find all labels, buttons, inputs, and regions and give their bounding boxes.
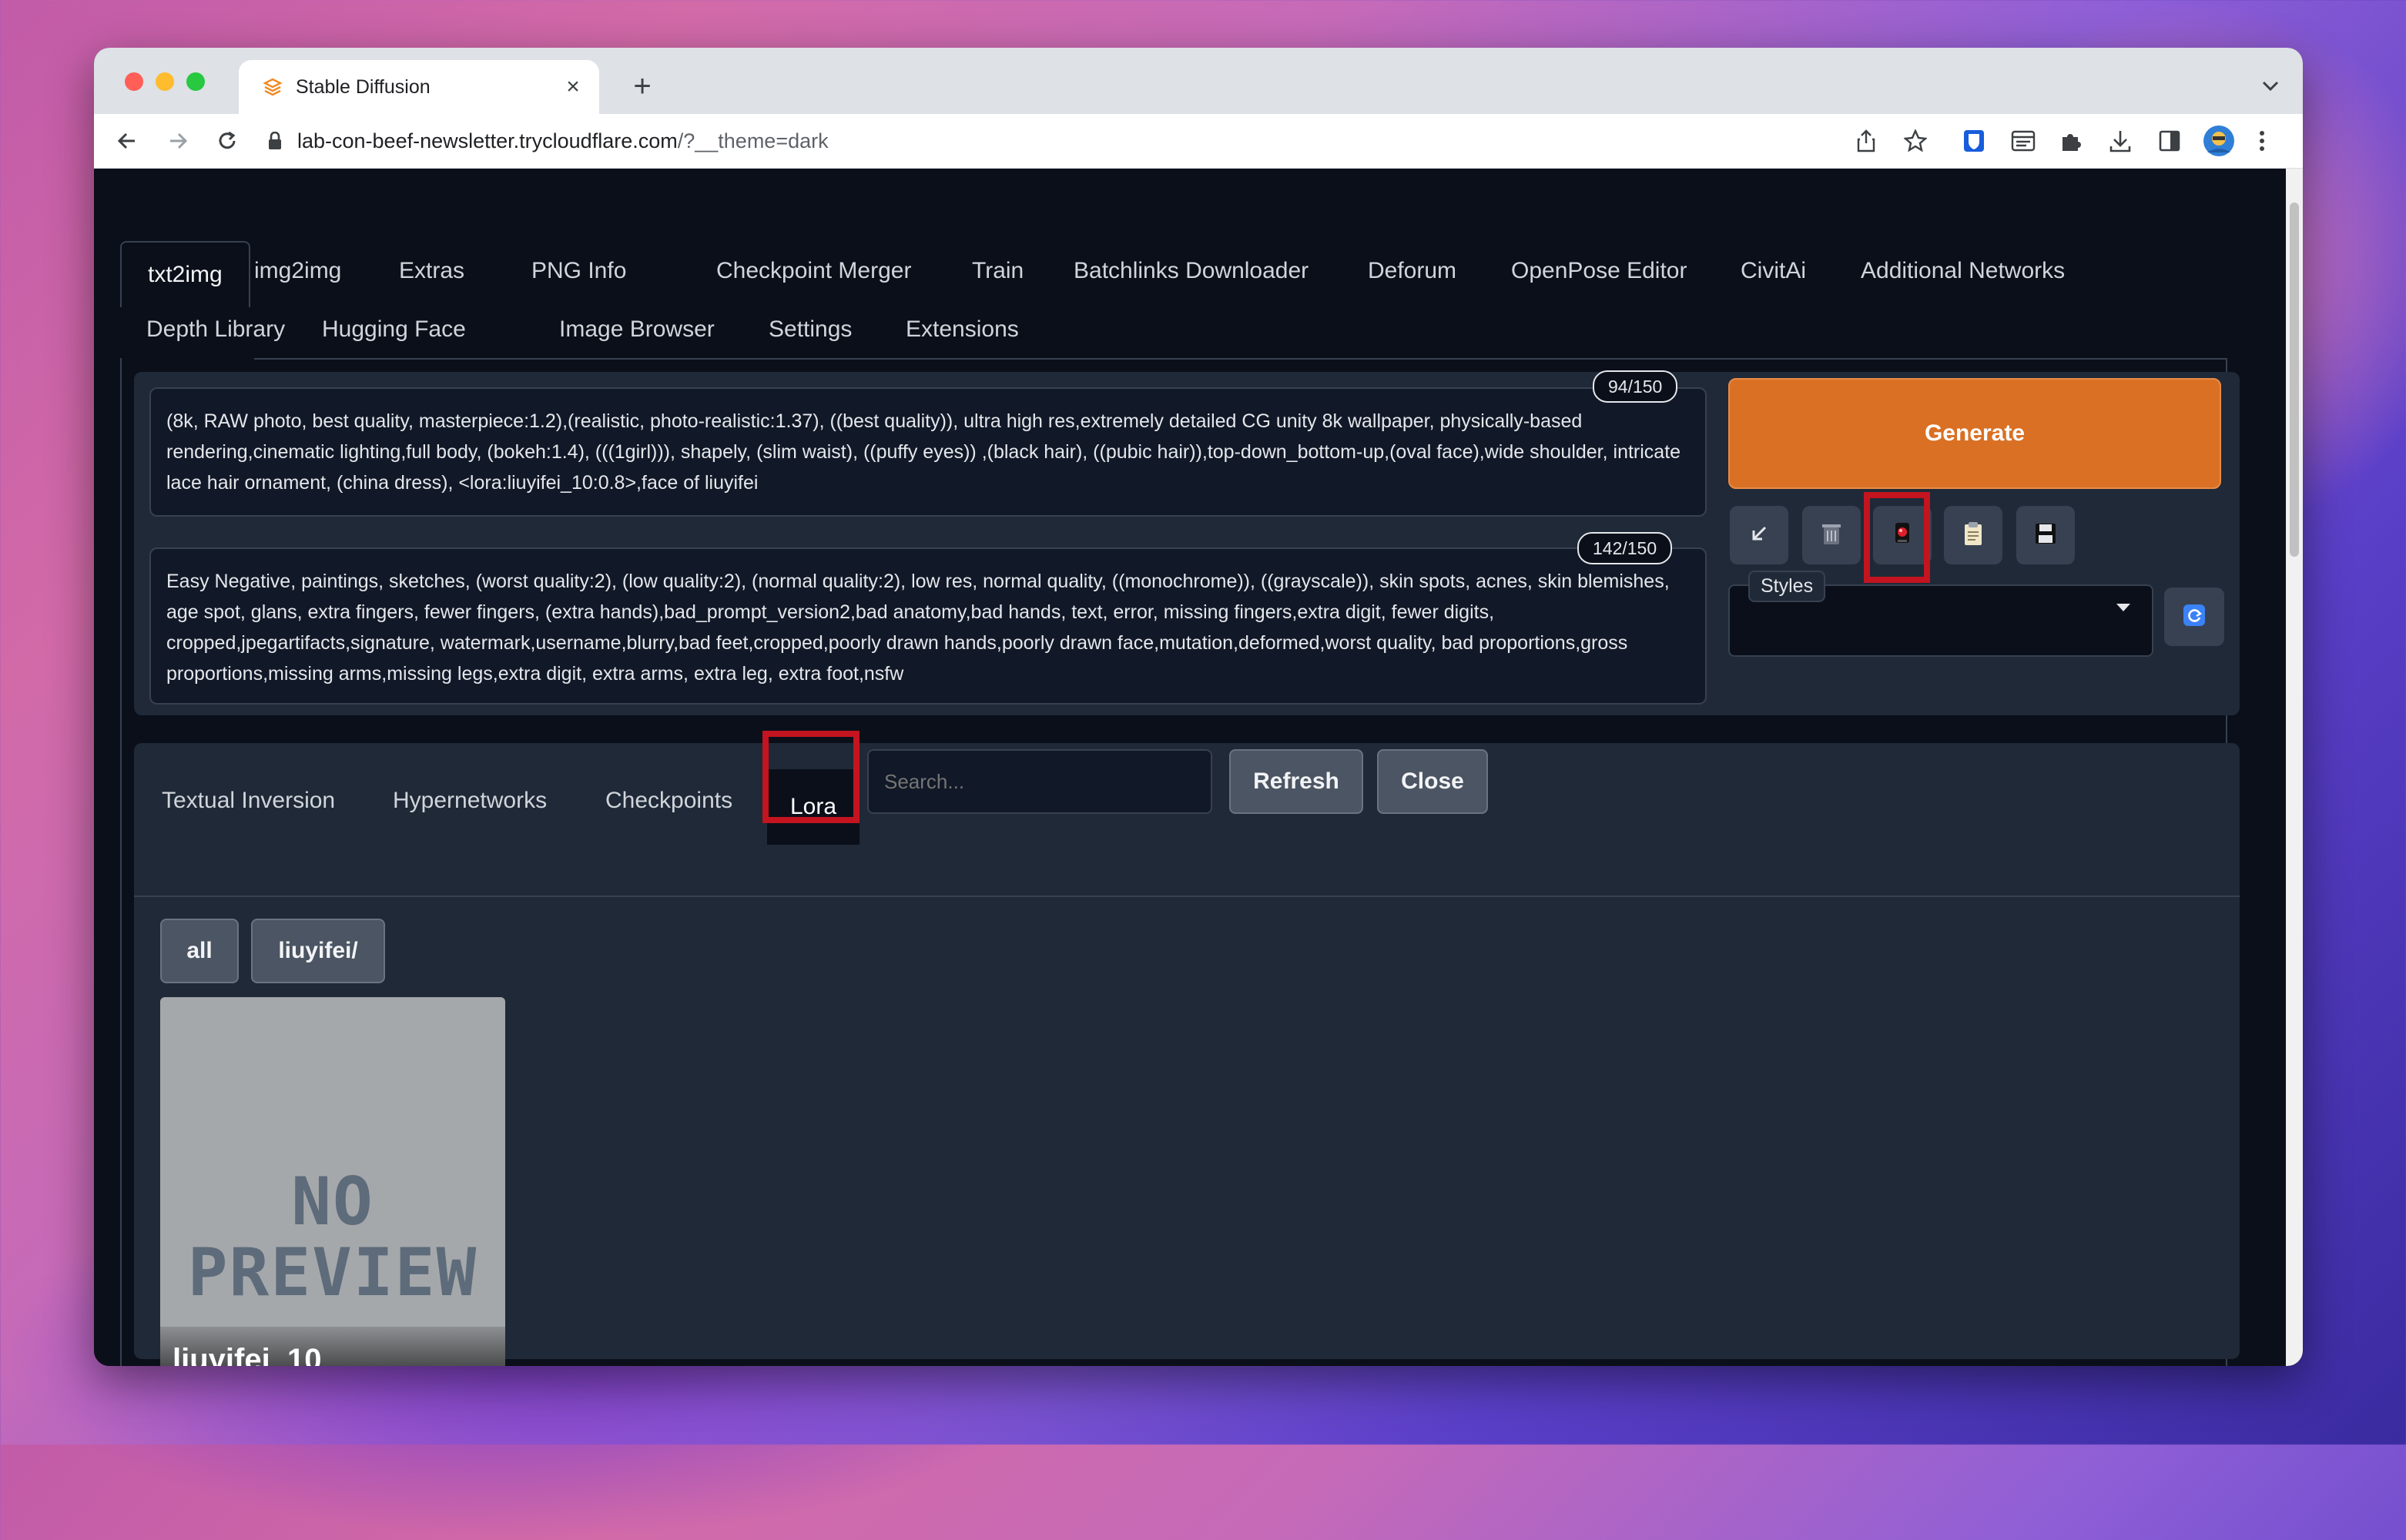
tab-png-info[interactable]: PNG Info (505, 246, 652, 296)
extra-networks-divider (134, 896, 2240, 897)
floppy-disk-icon (2034, 522, 2057, 549)
close-tab-icon[interactable]: × (558, 72, 588, 102)
extensions-puzzle-icon[interactable] (2055, 125, 2087, 157)
tab-img2img[interactable]: img2img (228, 246, 367, 296)
caret-down-icon (2116, 604, 2130, 611)
negative-token-counter: 142/150 (1577, 532, 1673, 564)
negative-prompt-textarea[interactable]: Easy Negative, paintings, sketches, (wor… (149, 547, 1707, 705)
filter-liuyifei-button[interactable]: liuyifei/ (251, 919, 385, 983)
positive-token-counter: 94/150 (1593, 370, 1678, 403)
download-icon[interactable] (2104, 125, 2136, 157)
zoom-window-button[interactable] (186, 72, 205, 91)
reload-icon[interactable] (209, 123, 245, 159)
tab-checkpoints[interactable]: Checkpoints (605, 765, 732, 837)
apply-style-button[interactable] (1944, 506, 2002, 564)
tab-openpose-editor[interactable]: OpenPose Editor (1485, 246, 1713, 296)
highlight-extra-networks-button (1864, 492, 1930, 583)
tab-strip: Stable Diffusion × + (94, 48, 2303, 114)
no-preview-placeholder: NO PREVIEW (187, 1163, 478, 1311)
tab-textual-inversion[interactable]: Textual Inversion (162, 765, 335, 837)
window-controls (125, 72, 205, 91)
tab-depth-library[interactable]: Depth Library (120, 304, 311, 355)
tab-settings[interactable]: Settings (742, 304, 878, 355)
search-input[interactable] (867, 749, 1212, 814)
share-icon[interactable] (1850, 125, 1882, 157)
tab-divider (254, 358, 2227, 360)
bitwarden-extension-icon[interactable] (1958, 125, 1990, 157)
tab-hugging-face[interactable]: Hugging Face (296, 304, 492, 355)
tab-batchlinks-downloader[interactable]: Batchlinks Downloader (1047, 246, 1335, 296)
refresh-styles-button[interactable] (2164, 588, 2224, 646)
refresh-icon (2181, 602, 2207, 632)
arrow-down-left-icon (1748, 523, 1770, 548)
minimize-window-button[interactable] (156, 72, 174, 91)
browser-window: Stable Diffusion × + lab-con-beef-newsle… (94, 48, 2303, 1366)
generate-button[interactable]: Generate (1728, 378, 2221, 489)
card-name: liuyifei_10 (173, 1343, 322, 1366)
tab-search-chevron-icon[interactable] (2255, 71, 2286, 102)
tab-train[interactable]: Train (946, 246, 1050, 296)
styles-label: Styles (1748, 571, 1826, 602)
tab-extensions[interactable]: Extensions (880, 304, 1045, 355)
save-style-button[interactable] (2016, 506, 2075, 564)
page-content: txt2img img2img Extras PNG Info Checkpoi… (94, 169, 2303, 1366)
filter-all-button[interactable]: all (160, 919, 239, 983)
url-path: /?__theme=dark (677, 129, 829, 152)
tab-hypernetworks[interactable]: Hypernetworks (393, 765, 547, 837)
tab-civitai[interactable]: CivitAi (1714, 246, 1832, 296)
back-arrow-icon[interactable] (109, 123, 145, 159)
lora-card[interactable]: NO PREVIEW liuyifei_10 (160, 997, 505, 1366)
address-bar[interactable]: lab-con-beef-newsletter.trycloudflare.co… (263, 120, 1919, 162)
forward-arrow-icon[interactable] (160, 123, 196, 159)
side-panel-icon[interactable] (2153, 125, 2186, 157)
url-host: lab-con-beef-newsletter.trycloudflare.co… (297, 129, 678, 152)
read-params-button[interactable] (1730, 506, 1788, 564)
new-tab-button[interactable]: + (624, 68, 661, 105)
close-button[interactable]: Close (1377, 749, 1488, 814)
refresh-button[interactable]: Refresh (1229, 749, 1363, 814)
positive-prompt-textarea[interactable]: (8k, RAW photo, best quality, masterpiec… (149, 387, 1707, 517)
reader-extension-icon[interactable] (2007, 125, 2039, 157)
browser-tab[interactable]: Stable Diffusion × (239, 60, 599, 114)
tab-image-browser[interactable]: Image Browser (533, 304, 741, 355)
kebab-menu-icon[interactable] (2246, 125, 2278, 157)
tab-checkpoint-merger[interactable]: Checkpoint Merger (690, 246, 937, 296)
browser-toolbar: lab-con-beef-newsletter.trycloudflare.co… (94, 114, 2303, 169)
bookmark-star-icon[interactable] (1899, 125, 1932, 157)
clipboard-icon (1962, 521, 1984, 551)
tab-title: Stable Diffusion (296, 75, 431, 98)
tab-extras[interactable]: Extras (373, 246, 491, 296)
tab-deforum[interactable]: Deforum (1342, 246, 1483, 296)
close-window-button[interactable] (125, 72, 143, 91)
trash-icon (1820, 521, 1843, 550)
negative-prompt-text: Easy Negative, paintings, sketches, (wor… (166, 571, 1670, 685)
highlight-lora-tab (762, 731, 860, 823)
lock-icon (263, 129, 287, 152)
scrollbar-thumb[interactable] (2290, 203, 2299, 557)
clear-prompt-button[interactable] (1802, 506, 1861, 564)
page-scrollbar[interactable] (2286, 169, 2303, 1366)
tab-additional-networks[interactable]: Additional Networks (1835, 246, 2091, 296)
positive-prompt-text: (8k, RAW photo, best quality, masterpiec… (166, 410, 1681, 494)
stable-diffusion-logo-icon (262, 76, 283, 98)
profile-avatar[interactable] (2203, 125, 2235, 157)
